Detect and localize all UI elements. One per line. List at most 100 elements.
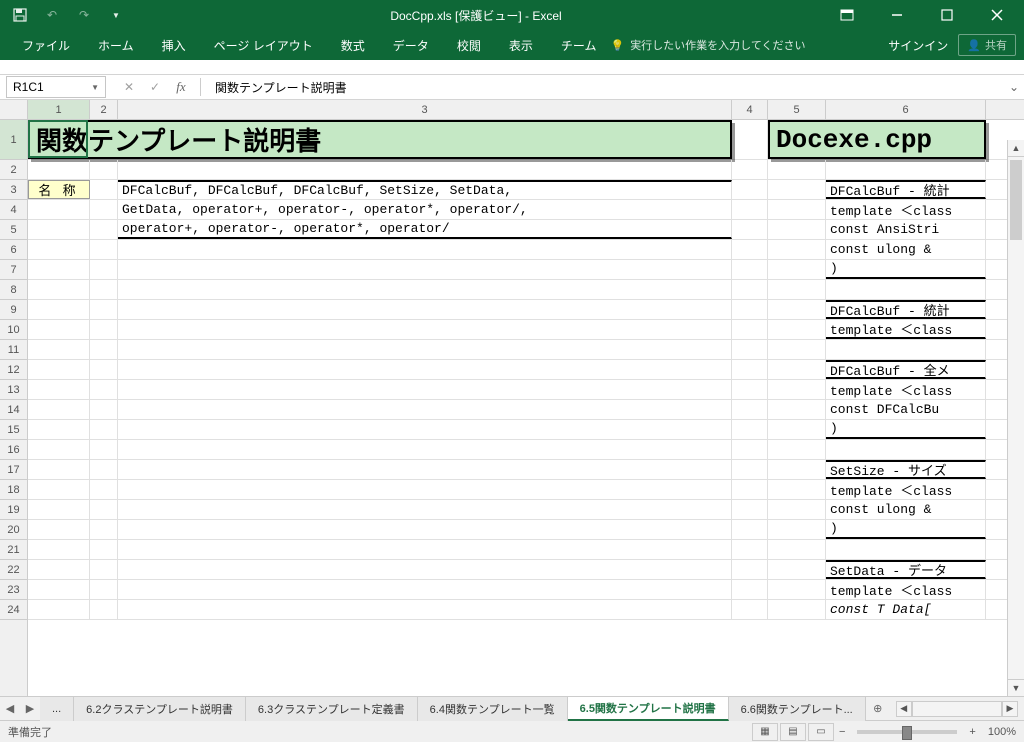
tab-review[interactable]: 校閲 — [443, 30, 495, 60]
cell[interactable] — [768, 440, 826, 459]
cell[interactable] — [90, 240, 118, 259]
cell[interactable] — [768, 260, 826, 279]
cell[interactable] — [28, 160, 90, 179]
cell[interactable] — [732, 400, 768, 419]
cell[interactable]: SetSize - サイズ — [826, 460, 986, 479]
row-header[interactable]: 4 — [0, 200, 27, 220]
cell[interactable]: template ＜class — [826, 320, 986, 339]
cell[interactable] — [28, 220, 90, 239]
cell[interactable] — [732, 500, 768, 519]
cell[interactable]: DFCalcBuf, DFCalcBuf, DFCalcBuf, SetSize… — [118, 180, 732, 199]
cell[interactable] — [90, 500, 118, 519]
cell[interactable] — [28, 480, 90, 499]
cell[interactable] — [28, 380, 90, 399]
row-header[interactable]: 8 — [0, 280, 27, 300]
share-button[interactable]: 👤 共有 — [958, 34, 1016, 56]
cell[interactable] — [118, 460, 732, 479]
formula-input[interactable]: 関数テンプレート説明書 — [207, 75, 1004, 99]
sheet-tab[interactable]: 6.3クラステンプレート定義書 — [246, 697, 418, 721]
cell[interactable] — [826, 440, 986, 459]
cell[interactable] — [90, 160, 118, 179]
cell[interactable] — [28, 440, 90, 459]
cell[interactable] — [90, 340, 118, 359]
tab-file[interactable]: ファイル — [8, 30, 84, 60]
cell[interactable] — [768, 380, 826, 399]
page-break-view-icon[interactable]: ▭ — [808, 723, 834, 741]
cell[interactable] — [732, 320, 768, 339]
cell[interactable] — [90, 300, 118, 319]
cell[interactable]: const DFCalcBu — [826, 400, 986, 419]
cell[interactable] — [768, 320, 826, 339]
cell[interactable] — [732, 580, 768, 599]
tab-insert[interactable]: 挿入 — [148, 30, 200, 60]
row-header[interactable]: 7 — [0, 260, 27, 280]
cell[interactable] — [768, 500, 826, 519]
cell[interactable] — [768, 540, 826, 559]
cell[interactable] — [118, 420, 732, 439]
cell[interactable] — [826, 340, 986, 359]
cell[interactable] — [768, 560, 826, 579]
row-header[interactable]: 10 — [0, 320, 27, 340]
zoom-slider[interactable] — [857, 730, 957, 734]
cell[interactable]: ) — [826, 260, 986, 279]
col-header[interactable]: 4 — [732, 100, 768, 119]
cell[interactable] — [768, 180, 826, 199]
title-cell[interactable]: 関数テンプレート説明書 — [28, 120, 732, 159]
cell[interactable] — [118, 300, 732, 319]
tab-home[interactable]: ホーム — [84, 30, 148, 60]
row-header[interactable]: 1 — [0, 120, 27, 160]
cell[interactable] — [90, 400, 118, 419]
signin-link[interactable]: サインイン — [878, 37, 958, 54]
row-header[interactable]: 22 — [0, 560, 27, 580]
cell[interactable] — [732, 240, 768, 259]
row-header[interactable]: 3 — [0, 180, 27, 200]
enter-formula-icon[interactable]: ✓ — [142, 75, 168, 99]
scroll-up-icon[interactable]: ▲ — [1008, 140, 1024, 157]
cell[interactable] — [28, 280, 90, 299]
cell[interactable] — [768, 400, 826, 419]
cell[interactable] — [118, 600, 732, 619]
cell[interactable] — [90, 520, 118, 539]
cell[interactable] — [90, 460, 118, 479]
cell[interactable] — [732, 220, 768, 239]
cell[interactable]: GetData, operator+, operator-, operator*… — [118, 200, 732, 219]
page-layout-view-icon[interactable]: ▤ — [780, 723, 806, 741]
tellme-search[interactable]: 💡 実行したい作業を入力してください — [610, 37, 805, 53]
cell[interactable] — [768, 240, 826, 259]
cell[interactable] — [732, 360, 768, 379]
vertical-scrollbar[interactable]: ▲ ▼ — [1007, 140, 1024, 696]
cell[interactable] — [732, 260, 768, 279]
cell[interactable] — [90, 480, 118, 499]
cell[interactable] — [768, 340, 826, 359]
cell[interactable] — [28, 240, 90, 259]
cell[interactable] — [732, 160, 768, 179]
cell[interactable] — [732, 480, 768, 499]
cell[interactable] — [90, 320, 118, 339]
cell[interactable] — [732, 440, 768, 459]
name-box[interactable]: R1C1 ▼ — [6, 76, 106, 98]
cell[interactable] — [826, 540, 986, 559]
cell[interactable] — [732, 560, 768, 579]
chevron-down-icon[interactable]: ▼ — [91, 83, 99, 92]
cell[interactable]: operator+, operator-, operator*, operato… — [118, 220, 732, 239]
cell[interactable] — [118, 340, 732, 359]
row-header[interactable]: 19 — [0, 500, 27, 520]
horizontal-scrollbar[interactable]: ◀ ▶ — [890, 701, 1024, 717]
scroll-right-icon[interactable]: ▶ — [1002, 701, 1018, 717]
row-header[interactable]: 9 — [0, 300, 27, 320]
cell[interactable] — [118, 500, 732, 519]
cell[interactable] — [90, 200, 118, 219]
cell[interactable] — [118, 440, 732, 459]
fx-icon[interactable]: fx — [168, 75, 194, 99]
cell[interactable] — [90, 540, 118, 559]
cell[interactable] — [118, 540, 732, 559]
add-sheet-icon[interactable]: ⊕ — [866, 702, 890, 715]
sheet-tab[interactable]: 6.2クラステンプレート説明書 — [74, 697, 246, 721]
row-header[interactable]: 16 — [0, 440, 27, 460]
scroll-track[interactable] — [912, 701, 1002, 717]
cell[interactable] — [90, 280, 118, 299]
cell[interactable]: template ＜class — [826, 480, 986, 499]
cell[interactable] — [768, 420, 826, 439]
save-icon[interactable] — [8, 3, 32, 27]
cell[interactable]: const T Data[ — [826, 600, 986, 619]
